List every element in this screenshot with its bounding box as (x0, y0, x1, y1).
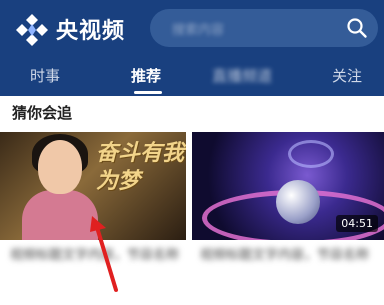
app-logo-icon (16, 14, 48, 46)
app-title: 央视频 (56, 19, 126, 44)
tab-bar: 时事 推荐 直播频道 关注 (0, 56, 384, 96)
tab-news[interactable]: 时事 (30, 65, 60, 86)
search-bar[interactable]: 搜索内容 (150, 9, 378, 47)
tab-live-channels[interactable]: 直播频道 (212, 65, 272, 86)
video-caption-2[interactable]: 视频标题文字内容，节目名称 (200, 246, 376, 266)
search-placeholder: 搜索内容 (172, 23, 225, 38)
tab-recommended[interactable]: 推荐 (131, 65, 161, 86)
thumbnail-overlay-text: 奋斗有我 为梦 (96, 141, 185, 194)
annotation-arrow-icon (90, 216, 118, 292)
thumbnail-planet (276, 180, 320, 224)
search-icon[interactable] (346, 17, 368, 39)
thumbnail-galaxy-swirl (288, 140, 334, 168)
video-duration-badge: 04:51 (336, 215, 378, 232)
section-title: 猜你会追 (12, 104, 73, 122)
video-card-2[interactable]: 04:51 (192, 132, 384, 240)
thumbnail-figure-face (38, 140, 82, 194)
app-header: 央视频 搜索内容 时事 推荐 直播频道 关注 (0, 0, 384, 96)
active-tab-indicator (134, 91, 162, 94)
tab-following[interactable]: 关注 (332, 65, 362, 86)
